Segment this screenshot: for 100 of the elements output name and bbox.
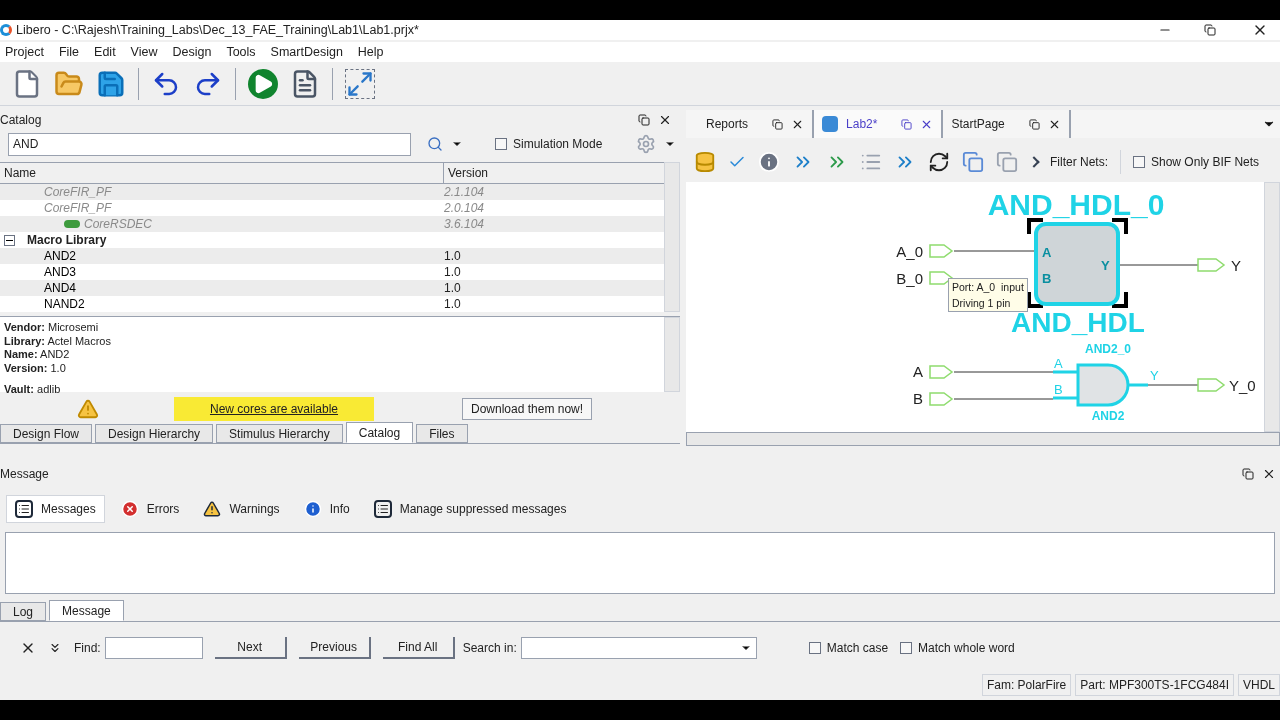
tab[interactable]: Files — [416, 424, 468, 443]
app-logo-icon — [0, 24, 12, 36]
document-tab[interactable]: Lab2* — [814, 110, 944, 138]
window-title: Libero - C:\Rajesh\Training_Labs\Dec_13_FAE_Training\Lab1\Lab1.prjx* — [16, 21, 420, 39]
checkbox[interactable] — [808, 642, 821, 654]
find-button[interactable]: Next — [214, 637, 287, 659]
settings-icon[interactable] — [636, 134, 656, 154]
close-icon[interactable] — [658, 113, 672, 127]
menu-item[interactable]: Help — [357, 42, 384, 62]
filter-button[interactable]: Errors — [112, 495, 188, 523]
menu-item[interactable]: View — [130, 42, 158, 62]
find-button[interactable]: Previous — [298, 637, 371, 659]
input-port-icon[interactable] — [929, 365, 954, 379]
filter-button[interactable]: Manage suppressed messages — [365, 495, 575, 523]
tree-item[interactable]: AND3 — [44, 263, 76, 281]
scrollbar[interactable] — [686, 432, 1280, 446]
float-icon[interactable] — [772, 118, 784, 130]
detail-line: Vendor: Microsemi — [4, 321, 100, 335]
filter-button[interactable]: Warnings — [195, 495, 288, 523]
input-port-icon[interactable] — [929, 392, 954, 406]
tab[interactable]: Message — [49, 600, 124, 621]
status-field: VHDL — [1238, 674, 1280, 696]
menu-item[interactable]: Tools — [226, 42, 256, 62]
notice-link[interactable]: New cores are available — [174, 397, 374, 421]
checkbox[interactable] — [900, 642, 913, 654]
expand-icon[interactable] — [345, 68, 375, 99]
checkbox-label: Show Only BIF Nets — [1151, 154, 1260, 171]
field-label: Find: — [74, 640, 101, 657]
search-field[interactable]: AND — [8, 132, 411, 156]
tree-item[interactable]: Macro Library — [27, 231, 107, 249]
scrollbar[interactable] — [664, 317, 680, 392]
scrollbar[interactable] — [1264, 182, 1280, 432]
version-cell-text: 1.0 — [444, 280, 462, 297]
menu-item[interactable]: Edit — [94, 42, 116, 62]
panel-title: Message — [0, 466, 50, 483]
warning-icon — [203, 500, 222, 518]
search-icon[interactable] — [427, 136, 443, 152]
menu-item[interactable]: File — [58, 42, 80, 62]
tab[interactable]: Design Hierarchy — [95, 424, 214, 443]
find-button[interactable]: Find All — [382, 637, 455, 659]
tab-label: Reports — [706, 116, 749, 133]
checkbox-label: Simulation Mode — [513, 136, 603, 153]
port-label: B_0 — [896, 270, 923, 287]
checkbox[interactable] — [1133, 156, 1145, 168]
field-label: Search in: — [462, 640, 517, 657]
menu-item[interactable]: Project — [5, 42, 44, 62]
list-icon — [15, 500, 33, 518]
close-icon[interactable] — [1262, 467, 1276, 481]
run-icon[interactable] — [248, 68, 278, 99]
pin-label: A — [1054, 356, 1063, 371]
column-header[interactable]: Version — [444, 163, 664, 183]
block-title: AND_HDL_0 — [987, 188, 1165, 221]
tab[interactable]: Design Flow — [0, 424, 93, 443]
find-field[interactable] — [104, 637, 203, 659]
tree-item[interactable]: AND2 — [44, 247, 76, 265]
collapse-toggle[interactable] — [4, 234, 15, 246]
expand-icon[interactable] — [48, 641, 62, 655]
port-label: B — [913, 390, 923, 407]
checkbox[interactable] — [495, 138, 507, 150]
status-field: Fam: PolarFire — [981, 674, 1072, 696]
float-icon[interactable] — [1242, 468, 1254, 480]
menu-item[interactable]: SmartDesign — [270, 42, 343, 62]
info-icon[interactable] — [758, 151, 780, 173]
database-icon[interactable] — [694, 151, 716, 173]
version-cell-text: 1.0 — [444, 264, 462, 281]
pin-label: Y — [1101, 258, 1110, 273]
input-port-icon[interactable] — [929, 271, 954, 285]
net-wire — [1147, 384, 1199, 386]
version-cell-text: 2.1.104 — [444, 184, 486, 201]
version-cell-text: 3.6.104 — [444, 216, 486, 233]
tab[interactable]: Stimulus Hierarchy — [216, 424, 343, 443]
pin-label: B — [1054, 382, 1063, 397]
float-icon[interactable] — [901, 118, 913, 130]
port-label: A_0 — [896, 243, 923, 260]
warning-icon — [77, 398, 99, 420]
port-label: Y_0 — [1229, 377, 1256, 394]
input-port-icon[interactable] — [929, 244, 954, 258]
tree-item[interactable]: AND4 — [44, 279, 76, 297]
column-header[interactable]: Name — [0, 163, 444, 183]
tab[interactable]: Catalog — [345, 422, 414, 443]
menu-item[interactable]: Design — [172, 42, 212, 62]
scrollbar[interactable] — [664, 162, 680, 312]
download-button[interactable]: Download them now! — [462, 398, 593, 420]
tab-label: StartPage — [951, 116, 1005, 133]
tab[interactable]: Log — [0, 602, 47, 621]
float-icon[interactable] — [1028, 118, 1040, 130]
detail-line: Name: AND2 — [4, 348, 71, 362]
version-cell-text: 1.0 — [444, 296, 462, 313]
filter-button[interactable]: Info — [295, 495, 358, 523]
filter-button[interactable]: Messages — [6, 495, 105, 523]
list-icon — [373, 500, 392, 518]
search-in-dropdown[interactable] — [520, 637, 757, 659]
refresh-icon[interactable] — [928, 151, 950, 173]
document-tab[interactable]: StartPage — [943, 110, 1071, 138]
float-icon[interactable] — [638, 114, 650, 126]
version-cell-text: 1.0 — [444, 248, 462, 265]
status-field: Part: MPF300TS-1FCG484I — [1075, 674, 1234, 696]
tree-item[interactable]: NAND2 — [44, 295, 85, 313]
restore-icon[interactable] — [1204, 24, 1216, 36]
schematic-canvas[interactable]: AND_HDL_0 A B Y A_0 B_0 Y AND_HDL AND2_0 A B A B Y Y_0 AND2 Port: A_0 input Driving 1 pin — [686, 182, 1264, 432]
